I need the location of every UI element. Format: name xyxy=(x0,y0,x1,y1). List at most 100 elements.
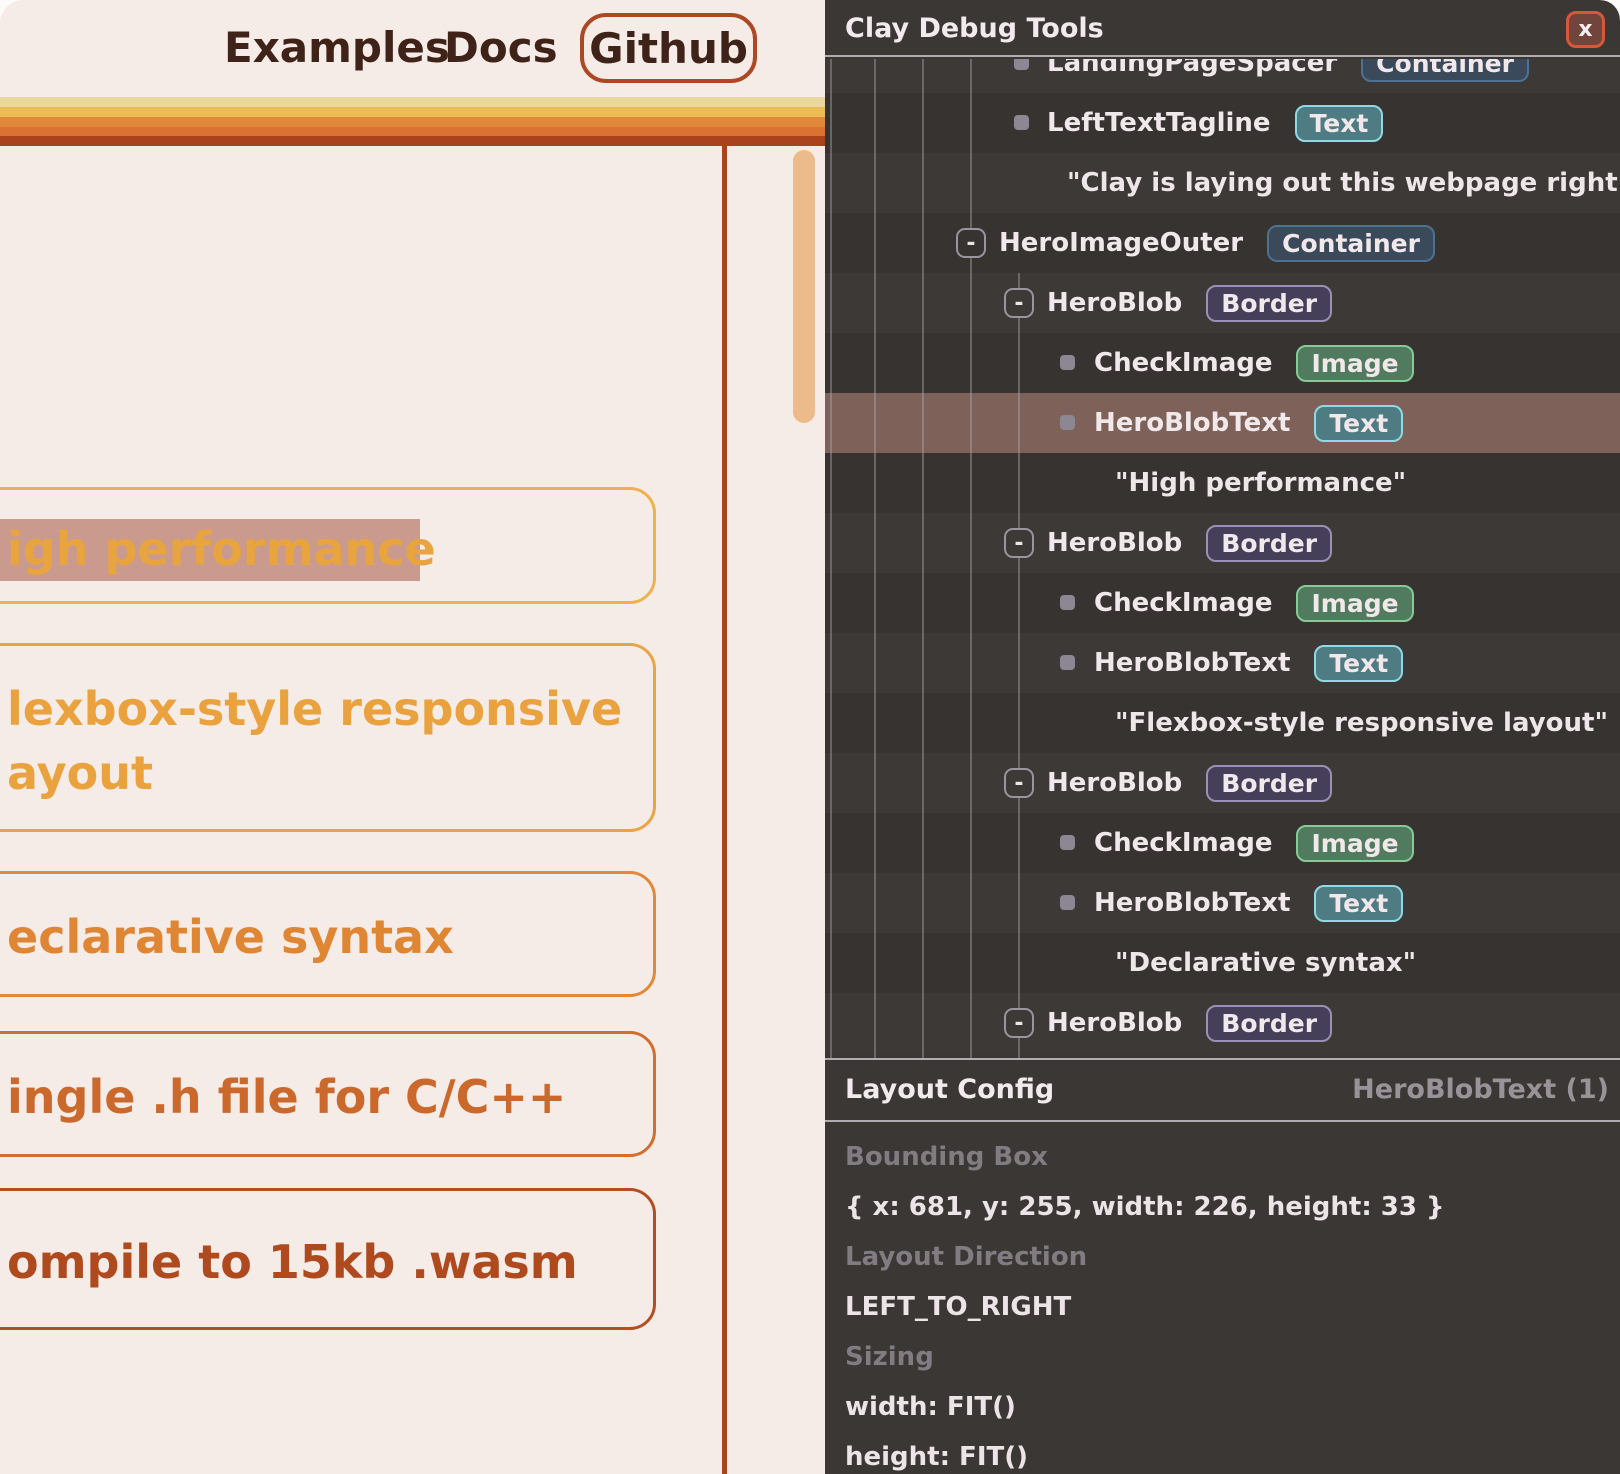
tree-row-content: HeroBlob Border xyxy=(1047,273,1332,333)
debug-panel-header: Clay Debug Tools x xyxy=(825,0,1620,57)
element-name: HeroBlobText xyxy=(1094,648,1290,678)
collapse-toggle-icon[interactable]: - xyxy=(1004,768,1034,798)
tree-row-content: "Declarative syntax" xyxy=(1115,933,1416,993)
tree-row-content: LeftTextTagline Text xyxy=(1047,93,1383,153)
element-type-badge: Image xyxy=(1296,345,1413,382)
hero-box: eclarative syntax xyxy=(0,871,656,997)
leaf-bullet-icon xyxy=(1060,895,1075,910)
element-type-badge: Border xyxy=(1206,525,1332,562)
leaf-bullet-icon xyxy=(1060,595,1075,610)
element-type-badge: Text xyxy=(1314,405,1403,442)
section-divider xyxy=(825,1120,1620,1122)
github-button[interactable]: Github xyxy=(580,13,757,83)
element-name: LandingPageSpacer xyxy=(1047,59,1337,78)
element-type-badge: Text xyxy=(1314,885,1403,922)
collapse-toggle-icon[interactable]: - xyxy=(1004,288,1034,318)
layout-config-title: Layout Config xyxy=(845,1060,1054,1120)
hero-box: ingle .h file for C/C++ xyxy=(0,1031,656,1157)
tree-indent-guide xyxy=(830,59,832,1058)
hero-box: lexbox-style responsive ayout xyxy=(0,643,656,832)
hero-box-label: ompile to 15kb .wasm xyxy=(7,1230,578,1294)
element-type-badge: Border xyxy=(1206,1005,1332,1042)
element-name: CheckImage xyxy=(1094,588,1272,618)
tree-indent-guide xyxy=(970,59,972,1058)
layout-config-header: Layout Config HeroBlobText (1) xyxy=(825,1060,1620,1120)
stripe-band xyxy=(0,127,825,136)
element-name: HeroBlob xyxy=(1047,1008,1182,1038)
element-name: HeroBlobText xyxy=(1094,888,1290,918)
tree-row-content: HeroBlobText Text xyxy=(1094,873,1403,933)
collapse-toggle-icon[interactable]: - xyxy=(1004,1008,1034,1038)
element-name: HeroImageOuter xyxy=(999,228,1243,258)
tree-row-content: "High performance" xyxy=(1115,453,1406,513)
element-type-badge: Border xyxy=(1206,285,1332,322)
config-field-value: width: FIT() xyxy=(825,1382,1620,1432)
element-type-badge: Image xyxy=(1296,825,1413,862)
vertical-divider-line xyxy=(722,146,727,1474)
stripe-band xyxy=(0,97,825,107)
stripe-band xyxy=(0,117,825,127)
element-name: HeroBlob xyxy=(1047,768,1182,798)
config-field-label: Sizing xyxy=(825,1332,1620,1382)
element-name: HeroBlob xyxy=(1047,288,1182,318)
page-scrollbar-thumb[interactable] xyxy=(793,150,815,423)
element-name: CheckImage xyxy=(1094,348,1272,378)
config-field-value: { x: 681, y: 255, width: 226, height: 33… xyxy=(825,1182,1620,1232)
element-type-badge: Text xyxy=(1295,105,1384,142)
tree-row-content: CheckImage Image xyxy=(1094,333,1414,393)
hero-box: igh performance xyxy=(0,487,656,604)
leaf-bullet-icon xyxy=(1060,655,1075,670)
tree-row-content: HeroImageOuter Container xyxy=(999,213,1435,273)
leaf-bullet-icon xyxy=(1014,115,1029,130)
hero-box-label: ingle .h file for C/C++ xyxy=(7,1065,566,1129)
close-button[interactable]: x xyxy=(1566,11,1605,48)
config-field-label: Bounding Box xyxy=(825,1132,1620,1182)
tree-row-content: HeroBlobText Text xyxy=(1094,633,1403,693)
tree-row-content: HeroBlobText Text xyxy=(1094,393,1403,453)
leaf-bullet-icon xyxy=(1060,835,1075,850)
tree-indent-guide xyxy=(874,59,876,1058)
selected-element-ref: HeroBlobText (1) xyxy=(1352,1060,1609,1120)
close-icon: x xyxy=(1578,17,1592,42)
element-type-badge: Image xyxy=(1296,585,1413,622)
stripe-band xyxy=(0,107,825,117)
element-name: HeroBlobText xyxy=(1094,408,1290,438)
element-text-preview: "High performance" xyxy=(1115,468,1406,498)
stripe-band xyxy=(0,136,825,146)
element-type-badge: Container xyxy=(1361,59,1529,82)
tree-indent-guide xyxy=(1018,273,1020,1058)
tree-row-content: "Clay is laying out this webpage right n… xyxy=(1067,153,1620,213)
collapse-toggle-icon[interactable]: - xyxy=(1004,528,1034,558)
element-type-badge: Container xyxy=(1267,225,1435,262)
debug-panel: Clay Debug Tools x LandingPageSpacer Cont… xyxy=(825,0,1620,1474)
debug-panel-title: Clay Debug Tools xyxy=(845,0,1104,57)
element-tree: LandingPageSpacer Container LeftTextTaglin… xyxy=(825,59,1620,1058)
element-name: HeroBlob xyxy=(1047,528,1182,558)
tree-row-content: HeroBlob Border xyxy=(1047,993,1332,1053)
nav-item-examples[interactable]: Examples xyxy=(224,24,450,72)
element-type-badge: Border xyxy=(1206,765,1332,802)
config-field-value: height: FIT() xyxy=(825,1432,1620,1474)
hero-box-label: lexbox-style responsive ayout xyxy=(7,677,622,805)
tree-row-content: CheckImage Image xyxy=(1094,573,1414,633)
config-field-value: LEFT_TO_RIGHT xyxy=(825,1282,1620,1332)
leaf-bullet-icon xyxy=(1060,355,1075,370)
collapse-toggle-icon[interactable]: - xyxy=(956,228,986,258)
element-text-preview: "Declarative syntax" xyxy=(1115,948,1416,978)
leaf-bullet-icon xyxy=(1060,415,1075,430)
leaf-bullet-icon xyxy=(1014,59,1029,70)
tree-indent-guide xyxy=(922,59,924,1058)
nav-item-docs[interactable]: Docs xyxy=(444,24,558,72)
element-text-preview: "Clay is laying out this webpage right n… xyxy=(1067,168,1620,198)
accent-stripe xyxy=(0,97,825,146)
tree-row-content: "Flexbox-style responsive layout" xyxy=(1115,693,1608,753)
element-name: LeftTextTagline xyxy=(1047,108,1271,138)
clay-website-window: ExamplesDocs Github igh performance lexbo… xyxy=(0,0,1620,1474)
element-type-badge: Text xyxy=(1314,645,1403,682)
tree-row-content: HeroBlob Border xyxy=(1047,753,1332,813)
hero-box-label: eclarative syntax xyxy=(7,905,454,969)
tree-row-content: HeroBlob Border xyxy=(1047,513,1332,573)
layout-config-fields: Bounding Box{ x: 681, y: 255, width: 226… xyxy=(825,1132,1620,1474)
element-name: CheckImage xyxy=(1094,828,1272,858)
config-field-label: Layout Direction xyxy=(825,1232,1620,1282)
